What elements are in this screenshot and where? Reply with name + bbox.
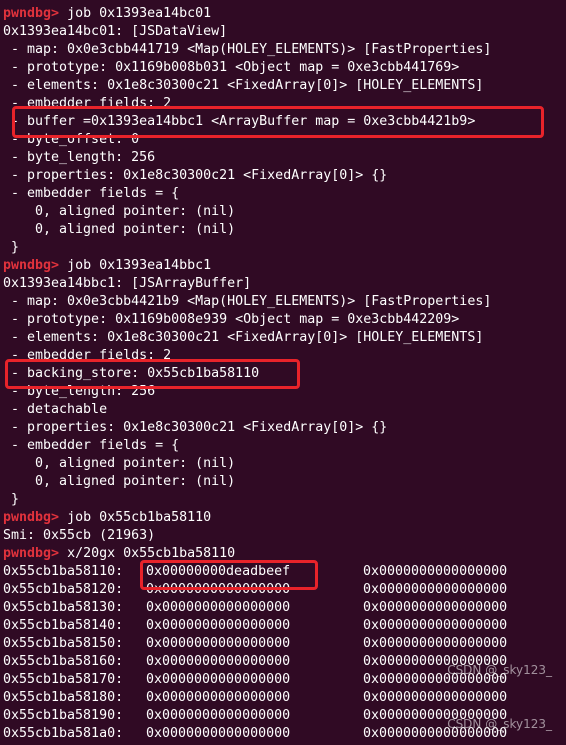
output-line: - map: 0x0e3cbb4421b9 <Map(HOLEY_ELEMENT… (3, 294, 492, 309)
output-line: 0x1393ea14bc01: [JSDataView] (3, 24, 228, 39)
output-line: 0x1393ea14bbc1: [JSArrayBuffer] (3, 276, 252, 291)
memory-address: 0x55cb1ba58140: (3, 618, 124, 633)
memory-address: 0x55cb1ba58150: (3, 636, 124, 651)
prompt: pwndbg> (3, 510, 60, 525)
prompt: pwndbg> (3, 546, 60, 561)
output-line: - properties: 0x1e8c30300c21 <FixedArray… (3, 420, 388, 435)
output-line: 0, aligned pointer: (nil) (3, 474, 236, 489)
memory-address: 0x55cb1ba58130: (3, 600, 124, 615)
output-line: } (3, 240, 20, 255)
memory-row: 0x55cb1ba58180: 0x0000000000000000 0x00000… (3, 689, 563, 707)
memory-address: 0x55cb1ba58180: (3, 690, 124, 705)
memory-address: 0x55cb1ba58120: (3, 582, 124, 597)
prompt-line: pwndbg> job 0x1393ea14bc01 (3, 5, 211, 23)
memory-row: 0x55cb1ba58130: 0x0000000000000000 0x00000… (3, 599, 563, 617)
terminal-window[interactable]: pwndbg> job 0x1393ea14bc01 0x1393ea14bc0… (0, 0, 566, 745)
memory-address: 0x55cb1ba58160: (3, 654, 124, 669)
memory-row: 0x55cb1ba58150: 0x0000000000000000 0x00000… (3, 635, 563, 653)
output-line: - properties: 0x1e8c30300c21 <FixedArray… (3, 168, 388, 183)
output-line: 0, aligned pointer: (nil) (3, 222, 236, 237)
output-line: - detachable (3, 402, 108, 417)
output-line: - embedder fields = { (3, 438, 180, 453)
watermark: CSDN @_sky123_ (447, 663, 552, 677)
output-line: - embedder fields = { (3, 186, 180, 201)
prompt-line: pwndbg> job 0x55cb1ba58110 (3, 509, 211, 527)
memory-value: 0x0000000000000000 (363, 636, 508, 651)
highlight-box-backing-store (5, 359, 300, 389)
memory-value: 0x0000000000000000 (146, 636, 291, 651)
memory-address: 0x55cb1ba58110: (3, 564, 124, 579)
memory-address: 0x55cb1ba58190: (3, 708, 124, 723)
command-text: job 0x1393ea14bbc1 (67, 258, 212, 273)
output-line: Smi: 0x55cb (21963) (3, 528, 156, 543)
prompt: pwndbg> (3, 258, 60, 273)
output-line: - elements: 0x1e8c30300c21 <FixedArray[0… (3, 330, 484, 345)
memory-value: 0x0000000000000000 (363, 618, 508, 633)
output-line: - map: 0x0e3cbb441719 <Map(HOLEY_ELEMENT… (3, 42, 492, 57)
output-line: - prototype: 0x1169b008e939 <Object map … (3, 312, 460, 327)
memory-value: 0x0000000000000000 (146, 726, 291, 741)
memory-value: 0x0000000000000000 (363, 564, 508, 579)
command-text: x/20gx 0x55cb1ba58110 (67, 546, 236, 561)
output-line: - elements: 0x1e8c30300c21 <FixedArray[0… (3, 78, 484, 93)
memory-value: 0x0000000000000000 (363, 582, 508, 597)
memory-value: 0x0000000000000000 (363, 600, 508, 615)
memory-value: 0x0000000000000000 (146, 708, 291, 723)
memory-address: 0x55cb1ba58170: (3, 672, 124, 687)
command-text: job 0x55cb1ba58110 (67, 510, 212, 525)
memory-value: 0x0000000000000000 (146, 654, 291, 669)
memory-value: 0x0000000000000000 (146, 618, 291, 633)
output-line: 0, aligned pointer: (nil) (3, 456, 236, 471)
output-line: - prototype: 0x1169b008b031 <Object map … (3, 60, 460, 75)
memory-row: 0x55cb1ba58140: 0x0000000000000000 0x00000… (3, 617, 563, 635)
memory-address: 0x55cb1ba581a0: (3, 726, 124, 741)
watermark: CSDN @_sky123_ (447, 717, 552, 731)
prompt: pwndbg> (3, 6, 60, 21)
memory-value: 0x0000000000000000 (363, 690, 508, 705)
highlight-box-buffer (12, 106, 544, 138)
output-line: } (3, 492, 20, 507)
output-line: - byte_length: 256 (3, 150, 156, 165)
output-line: 0, aligned pointer: (nil) (3, 204, 236, 219)
command-text: job 0x1393ea14bc01 (67, 6, 212, 21)
prompt-line: pwndbg> job 0x1393ea14bbc1 (3, 257, 211, 275)
highlight-box-deadbeef (140, 560, 318, 590)
memory-value: 0x0000000000000000 (146, 690, 291, 705)
memory-value: 0x0000000000000000 (146, 600, 291, 615)
memory-value: 0x0000000000000000 (146, 672, 291, 687)
